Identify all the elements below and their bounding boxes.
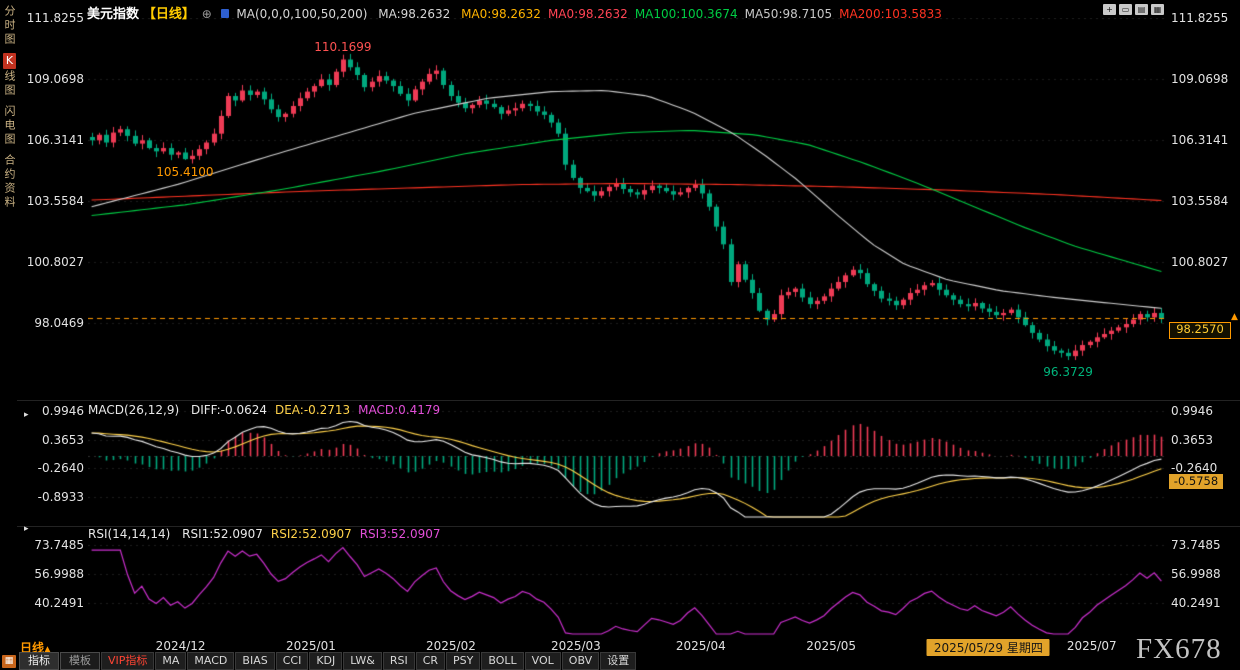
- panel-separator: [17, 400, 1240, 401]
- sidebar-tab-2[interactable]: K线图: [2, 53, 16, 97]
- indicator-value: DIFF:-0.0624: [191, 403, 267, 417]
- rsi-value-list: RSI1:52.0907 RSI2:52.0907 RSI3:52.0907: [174, 527, 440, 541]
- toolbar-item-2[interactable]: MA: [155, 652, 186, 670]
- x-axis-label: 2024/12: [156, 639, 206, 653]
- rsi-label-row: RSI(14,14,14) RSI1:52.0907RSI2:52.0907RS…: [88, 527, 441, 541]
- indicator-value: MACD:0.4179: [358, 403, 440, 417]
- toolbar-item-13[interactable]: OBV: [562, 652, 599, 670]
- macd-panel-expand-icon[interactable]: ▸: [24, 410, 29, 420]
- macd-label-row: MACD(26,12,9) DIFF:-0.0624 DEA:-0.2713 MAC…: [88, 403, 440, 417]
- main-y-tick: 106.3141: [1171, 133, 1237, 147]
- price-annotation: 105.4100: [156, 165, 213, 179]
- indicator-value: RSI1:52.0907: [182, 527, 263, 541]
- x-axis-label: 2025/05: [806, 639, 856, 653]
- sidebar-tab-4[interactable]: 合约资料: [2, 153, 16, 209]
- toolbar-item-11[interactable]: BOLL: [481, 652, 523, 670]
- indicator-value: DEA:-0.2713: [275, 403, 350, 417]
- main-y-tick: 109.0698: [26, 72, 84, 86]
- rsi-y-tick: 56.9988: [1171, 567, 1237, 581]
- toolbar-item-9[interactable]: CR: [416, 652, 445, 670]
- main-y-tick: 106.3141: [26, 133, 84, 147]
- indicator-value: RSI2:52.0907: [271, 527, 352, 541]
- symbol-title: 美元指数: [87, 7, 139, 22]
- trading-terminal: 分时图 K线图闪电图合约资料 美元指数 【日线】 ⊕ MA(0,0,0,100,5…: [0, 0, 1240, 670]
- candlestick-chart-canvas[interactable]: [88, 18, 1165, 398]
- add-panel-icon[interactable]: +: [1103, 4, 1116, 15]
- macd-value-list: DIFF:-0.0624 DEA:-0.2713 MACD:0.4179: [183, 403, 440, 417]
- toolbar-item-1[interactable]: VIP指标: [101, 652, 154, 670]
- rsi-title: RSI(14,14,14): [88, 527, 170, 541]
- toolbar-tab-2[interactable]: 模板: [60, 652, 100, 670]
- toolbar-item-7[interactable]: LW&: [343, 652, 382, 670]
- x-axis-label: 2025/01: [286, 639, 336, 653]
- expand-icon[interactable]: ⊕: [202, 7, 212, 21]
- layout-dual-icon[interactable]: ▤: [1135, 4, 1148, 15]
- x-axis-label: 2025/04: [676, 639, 726, 653]
- ma-values: MA0:98.2632 MA0:98.2632 MA100:100.3674 MA50…: [454, 7, 942, 21]
- macd-y-tick: -0.2640: [1171, 461, 1237, 475]
- indicator-grid-icon[interactable]: ▦: [2, 655, 16, 668]
- main-y-tick: 98.0469: [26, 316, 84, 330]
- rsi-y-tick: 40.2491: [1171, 596, 1237, 610]
- toolbar-item-10[interactable]: PSY: [446, 652, 480, 670]
- main-y-tick: 103.5584: [26, 194, 84, 208]
- toolbar-tab-1[interactable]: 指标: [19, 652, 59, 670]
- rsi-y-tick: 40.2491: [26, 596, 84, 610]
- left-sidebar: 分时图 K线图闪电图合约资料: [0, 4, 17, 216]
- macd-y-tick: 0.3653: [1171, 433, 1237, 447]
- sidebar-tab-1[interactable]: 分时图: [2, 4, 16, 46]
- main-y-tick: 100.8027: [26, 255, 84, 269]
- rsi-panel-canvas[interactable]: [88, 530, 1165, 637]
- sidebar-tab-3[interactable]: 闪电图: [2, 104, 16, 146]
- window-controls: +▭▤▦: [1103, 4, 1164, 15]
- layout-single-icon[interactable]: ▭: [1119, 4, 1132, 15]
- macd-y-tick: 0.3653: [26, 433, 84, 447]
- chart-header: 美元指数 【日线】 ⊕ MA(0,0,0,100,50,200) MA:98.2…: [87, 3, 942, 19]
- macd-y-tick: 0.9946: [1171, 404, 1237, 418]
- main-y-tick: 111.8255: [26, 11, 84, 25]
- rsi-y-tick: 56.9988: [26, 567, 84, 581]
- period-tag: 【日线】: [143, 7, 195, 22]
- price-annotation: 110.1699: [314, 40, 371, 54]
- ma-value: MA100:100.3674: [635, 7, 738, 21]
- bottom-toolbar: ▦指标模板VIP指标MAMACDBIASCCIKDJLW&RSICRPSYBOL…: [0, 652, 700, 670]
- rsi-y-tick: 73.7485: [1171, 538, 1237, 552]
- main-y-tick: 100.8027: [1171, 255, 1237, 269]
- toolbar-item-8[interactable]: RSI: [383, 652, 415, 670]
- macd-y-tick: -0.8933: [26, 490, 84, 504]
- main-y-tick: 109.0698: [1171, 72, 1237, 86]
- main-y-tick: 111.8255: [1171, 11, 1237, 25]
- price-annotation: 96.3729: [1043, 365, 1093, 379]
- macd-y-tick: 0.9946: [26, 404, 84, 418]
- toolbar-item-14[interactable]: 设置: [600, 652, 636, 670]
- watermark: FX678: [1136, 633, 1222, 666]
- crosshair-date-label: 2025/05/29 星期四: [927, 639, 1050, 656]
- rsi-y-tick: 73.7485: [26, 538, 84, 552]
- ma-value: MA200:103.5833: [839, 7, 942, 21]
- toolbar-item-12[interactable]: VOL: [525, 652, 561, 670]
- toolbar-item-4[interactable]: BIAS: [235, 652, 274, 670]
- indicator-value: RSI3:52.0907: [360, 527, 441, 541]
- macd-right-highlight: -0.5758: [1169, 474, 1223, 489]
- toolbar-item-3[interactable]: MACD: [187, 652, 234, 670]
- ma-value: MA0:98.2632: [461, 7, 541, 21]
- ma-settings: MA(0,0,0,100,50,200): [236, 7, 367, 21]
- macd-y-tick: -0.2640: [26, 461, 84, 475]
- last-price-box: 98.2570: [1169, 322, 1231, 339]
- rsi-panel-expand-icon[interactable]: ▸: [24, 524, 29, 534]
- indicator-flag-icon: [221, 9, 229, 18]
- ma-value: MA0:98.2632: [548, 7, 628, 21]
- macd-panel-canvas[interactable]: [88, 402, 1165, 520]
- toolbar-item-5[interactable]: CCI: [276, 652, 309, 670]
- x-axis-label: 2025/03: [551, 639, 601, 653]
- main-y-tick: 103.5584: [1171, 194, 1237, 208]
- ma-value: MA50:98.7105: [745, 7, 833, 21]
- price-marker-icon: ▲: [1231, 312, 1238, 322]
- layout-quad-icon[interactable]: ▦: [1151, 4, 1164, 15]
- toolbar-item-6[interactable]: KDJ: [309, 652, 342, 670]
- x-axis-label: 2025/07: [1067, 639, 1117, 653]
- macd-title: MACD(26,12,9): [88, 403, 179, 417]
- x-axis-label: 2025/02: [426, 639, 476, 653]
- ma-main-value: MA:98.2632: [378, 7, 450, 21]
